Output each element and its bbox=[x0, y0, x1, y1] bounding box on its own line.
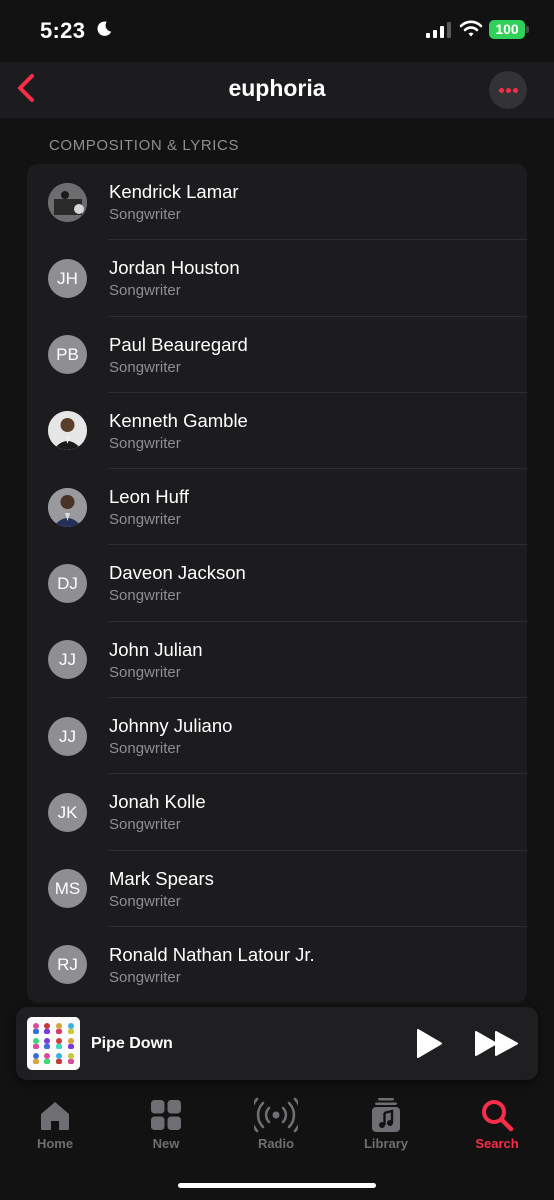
avatar bbox=[48, 487, 87, 527]
avatar: RJ bbox=[48, 945, 87, 985]
credit-name: Jonah Kolle bbox=[109, 791, 206, 813]
credit-name: Kenneth Gamble bbox=[109, 409, 248, 431]
avatar: JH bbox=[48, 258, 87, 298]
tab-label: Radio bbox=[257, 1136, 295, 1151]
credit-role: Songwriter bbox=[109, 816, 181, 834]
avatar bbox=[48, 411, 87, 451]
credit-row[interactable]: JJ Johnny Juliano Songwriter bbox=[27, 698, 527, 775]
tab-label: Library bbox=[363, 1136, 409, 1151]
credit-role: Songwriter bbox=[109, 663, 181, 681]
avatar: PB bbox=[48, 335, 87, 375]
moon-icon bbox=[97, 21, 112, 36]
credit-row[interactable]: JJ John Julian Songwriter bbox=[27, 622, 527, 699]
credits-list: Kendrick Lamar Songwriter JH Jordan Hous… bbox=[27, 164, 527, 1003]
ellipsis-icon bbox=[506, 88, 511, 93]
credit-name: Paul Beauregard bbox=[109, 333, 248, 355]
credit-role: Songwriter bbox=[109, 892, 181, 910]
credit-row[interactable]: PB Paul Beauregard Songwriter bbox=[27, 317, 527, 393]
home-indicator bbox=[178, 1183, 376, 1188]
battery-indicator: 100 bbox=[489, 20, 525, 39]
play-icon[interactable] bbox=[414, 1027, 444, 1060]
credit-role: Songwriter bbox=[109, 968, 181, 986]
avatar: MS bbox=[48, 869, 87, 909]
section-header: COMPOSITION & LYRICS bbox=[49, 137, 240, 154]
status-bar: 5:23 100 bbox=[0, 0, 554, 62]
avatar: DJ bbox=[48, 563, 87, 603]
tab-label: Search bbox=[475, 1136, 519, 1151]
library-note-icon bbox=[372, 1098, 400, 1132]
status-time: 5:23 bbox=[40, 18, 86, 43]
more-options-button[interactable] bbox=[489, 71, 527, 109]
album-artwork bbox=[27, 1017, 80, 1070]
page-title: euphoria bbox=[228, 75, 326, 101]
credit-name: Jordan Houston bbox=[109, 257, 240, 279]
tab-label: Home bbox=[36, 1136, 74, 1151]
credit-row[interactable]: Kenneth Gamble Songwriter bbox=[27, 393, 527, 470]
wifi-icon bbox=[459, 20, 483, 37]
ellipsis-icon bbox=[513, 88, 518, 93]
credit-row[interactable]: Kendrick Lamar Songwriter bbox=[27, 164, 527, 241]
battery-cap bbox=[526, 26, 529, 33]
credit-row[interactable]: RJ Ronald Nathan Latour Jr. Songwriter bbox=[27, 927, 527, 1003]
credit-name: Leon Huff bbox=[109, 486, 189, 508]
avatar: JJ bbox=[48, 640, 87, 680]
credit-row[interactable]: JH Jordan Houston Songwriter bbox=[27, 240, 527, 317]
ellipsis-icon bbox=[499, 88, 504, 93]
mini-player[interactable]: Pipe Down bbox=[16, 1007, 538, 1080]
track-title: Pipe Down bbox=[91, 1035, 173, 1052]
fast-forward-icon[interactable] bbox=[473, 1029, 521, 1058]
grid-icon bbox=[151, 1100, 181, 1130]
navigation-bar: euphoria bbox=[0, 62, 554, 118]
credit-role: Songwriter bbox=[109, 358, 181, 376]
credit-role: Songwriter bbox=[109, 740, 181, 758]
credit-row[interactable]: MS Mark Spears Songwriter bbox=[27, 851, 527, 927]
credit-row[interactable]: JK Jonah Kolle Songwriter bbox=[27, 774, 527, 851]
credit-name: Ronald Nathan Latour Jr. bbox=[109, 943, 315, 965]
radio-waves-icon bbox=[254, 1097, 298, 1133]
tab-search[interactable]: Search bbox=[452, 1088, 542, 1158]
tab-library[interactable]: Library bbox=[341, 1088, 431, 1158]
house-icon bbox=[41, 1102, 69, 1130]
credit-row[interactable]: DJ Daveon Jackson Songwriter bbox=[27, 545, 527, 622]
avatar bbox=[48, 182, 87, 222]
credit-role: Songwriter bbox=[109, 206, 181, 223]
credit-name: John Julian bbox=[109, 638, 203, 660]
search-icon bbox=[482, 1100, 514, 1132]
credit-name: Johnny Juliano bbox=[109, 715, 233, 737]
avatar: JK bbox=[48, 792, 87, 832]
credit-name: Kendrick Lamar bbox=[109, 181, 239, 202]
tab-home[interactable]: Home bbox=[10, 1088, 100, 1158]
credit-name: Daveon Jackson bbox=[109, 562, 246, 584]
credit-role: Songwriter bbox=[109, 434, 181, 452]
cellular-signal-icon bbox=[426, 22, 451, 38]
credit-role: Songwriter bbox=[109, 511, 181, 529]
tab-new[interactable]: New bbox=[121, 1088, 211, 1158]
credit-name: Mark Spears bbox=[109, 867, 214, 889]
tab-radio[interactable]: Radio bbox=[231, 1088, 321, 1158]
tab-label: New bbox=[152, 1136, 180, 1151]
credit-role: Songwriter bbox=[109, 587, 181, 605]
credit-row[interactable]: Leon Huff Songwriter bbox=[27, 469, 527, 546]
credit-role: Songwriter bbox=[109, 282, 181, 300]
avatar: JJ bbox=[48, 716, 87, 756]
